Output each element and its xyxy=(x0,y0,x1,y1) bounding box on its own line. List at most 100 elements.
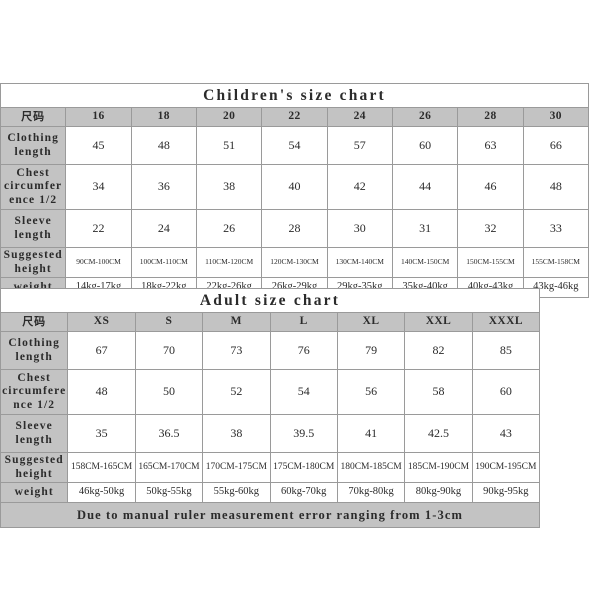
adult-chart-title: Adult size chart xyxy=(0,288,540,313)
table-cell: 70 xyxy=(134,331,204,370)
table-cell: 67 xyxy=(67,331,136,370)
table-row: Chest circumference 1/2 34 36 38 40 42 4… xyxy=(0,164,590,210)
table-cell: 57 xyxy=(326,126,393,165)
table-cell: 54 xyxy=(269,369,338,415)
children-row-label-clothing-length: Clothing length xyxy=(0,126,67,165)
table-cell: 100CM-110CM xyxy=(130,247,197,278)
table-cell: 31 xyxy=(391,209,459,248)
table-cell: 41 xyxy=(336,414,406,453)
table-cell: 175CM-180CM xyxy=(269,452,338,483)
table-cell: 158CM-165CM xyxy=(67,452,136,483)
table-cell: 56 xyxy=(336,369,406,415)
table-cell: 73 xyxy=(202,331,271,370)
measurement-error-note: Due to manual ruler measurement error ra… xyxy=(0,502,540,528)
adult-row-label-sleeve-length: Sleeve length xyxy=(0,414,69,453)
table-cell: 60kg-70kg xyxy=(269,482,338,503)
adult-header-row: 尺码 XS S M L XL XXL XXXL xyxy=(0,312,541,332)
table-cell: 190CM-195CM xyxy=(471,452,541,483)
table-row: Suggested height 90CM-100CM 100CM-110CM … xyxy=(0,247,590,278)
table-cell: 130CM-140CM xyxy=(326,247,393,278)
table-cell: 185CM-190CM xyxy=(404,452,473,483)
table-row: Suggested height 158CM-165CM 165CM-170CM… xyxy=(0,452,541,483)
table-cell: 48 xyxy=(522,164,590,210)
children-row-label-sleeve-length: Sleeve length xyxy=(0,209,67,248)
table-cell: 60 xyxy=(391,126,459,165)
table-cell: 110CM-120CM xyxy=(195,247,263,278)
table-cell: 79 xyxy=(336,331,406,370)
table-cell: 70kg-80kg xyxy=(336,482,406,503)
adult-size-header-xxxl: XXXL xyxy=(471,312,541,332)
table-cell: 38 xyxy=(195,164,263,210)
children-size-header-24: 24 xyxy=(326,107,393,127)
table-row: Clothing length 45 48 51 54 57 60 63 66 xyxy=(0,126,590,165)
children-size-label: 尺码 xyxy=(0,107,67,127)
adult-size-header-xs: XS xyxy=(67,312,136,332)
table-cell: 45 xyxy=(65,126,132,165)
table-cell: 180CM-185CM xyxy=(336,452,406,483)
table-row: Clothing length 67 70 73 76 79 82 85 xyxy=(0,331,541,370)
table-cell: 24 xyxy=(130,209,197,248)
table-cell: 48 xyxy=(130,126,197,165)
adult-size-header-xl: XL xyxy=(336,312,406,332)
adult-size-header-l: L xyxy=(269,312,338,332)
table-row: weight 46kg-50kg 50kg-55kg 55kg-60kg 60k… xyxy=(0,482,541,503)
table-cell: 54 xyxy=(261,126,328,165)
children-title-row: Children's size chart xyxy=(0,83,589,108)
table-cell: 76 xyxy=(269,331,338,370)
table-cell: 34 xyxy=(65,164,132,210)
children-size-header-28: 28 xyxy=(457,107,524,127)
table-cell: 155CM-158CM xyxy=(522,247,590,278)
children-row-label-suggested-height: Suggested height xyxy=(0,247,67,278)
children-size-header-22: 22 xyxy=(261,107,328,127)
table-cell: 60 xyxy=(471,369,541,415)
table-cell: 63 xyxy=(457,126,524,165)
table-cell: 140CM-150CM xyxy=(391,247,459,278)
children-size-header-26: 26 xyxy=(391,107,459,127)
adult-row-label-suggested-height: Suggested height xyxy=(0,452,69,483)
adult-title-row: Adult size chart xyxy=(0,288,540,313)
table-cell: 42 xyxy=(326,164,393,210)
table-cell: 33 xyxy=(522,209,590,248)
table-cell: 58 xyxy=(404,369,473,415)
table-cell: 46 xyxy=(457,164,524,210)
table-cell: 66 xyxy=(522,126,590,165)
table-cell: 32 xyxy=(457,209,524,248)
children-size-header-16: 16 xyxy=(65,107,132,127)
table-cell: 44 xyxy=(391,164,459,210)
table-cell: 50 xyxy=(134,369,204,415)
table-cell: 36.5 xyxy=(134,414,204,453)
children-size-chart: Children's size chart 尺码 16 18 20 22 24 … xyxy=(0,83,590,298)
table-cell: 52 xyxy=(202,369,271,415)
table-cell: 28 xyxy=(261,209,328,248)
adult-row-label-weight: weight xyxy=(0,482,69,503)
table-cell: 80kg-90kg xyxy=(404,482,473,503)
table-cell: 48 xyxy=(67,369,136,415)
table-cell: 170CM-175CM xyxy=(202,452,271,483)
children-size-header-18: 18 xyxy=(130,107,197,127)
table-cell: 90CM-100CM xyxy=(65,247,132,278)
table-cell: 22 xyxy=(65,209,132,248)
table-cell: 120CM-130CM xyxy=(261,247,328,278)
adult-row-label-clothing-length: Clothing length xyxy=(0,331,69,370)
adult-footer-row: Due to manual ruler measurement error ra… xyxy=(0,502,540,528)
table-cell: 165CM-170CM xyxy=(134,452,204,483)
children-chart-title: Children's size chart xyxy=(0,83,589,108)
table-row: Sleeve length 22 24 26 28 30 31 32 33 xyxy=(0,209,590,248)
table-row: Chest circumference 1/2 48 50 52 54 56 5… xyxy=(0,369,541,415)
children-size-header-20: 20 xyxy=(195,107,263,127)
table-cell: 46kg-50kg xyxy=(67,482,136,503)
adult-size-label: 尺码 xyxy=(0,312,69,332)
table-cell: 39.5 xyxy=(269,414,338,453)
table-cell: 36 xyxy=(130,164,197,210)
table-cell: 50kg-55kg xyxy=(134,482,204,503)
table-cell: 26 xyxy=(195,209,263,248)
children-size-header-30: 30 xyxy=(522,107,590,127)
table-cell: 43 xyxy=(471,414,541,453)
table-cell: 90kg-95kg xyxy=(471,482,541,503)
table-row: Sleeve length 35 36.5 38 39.5 41 42.5 43 xyxy=(0,414,541,453)
table-cell: 82 xyxy=(404,331,473,370)
table-cell: 42.5 xyxy=(404,414,473,453)
children-header-row: 尺码 16 18 20 22 24 26 28 30 xyxy=(0,107,590,127)
adult-size-header-xxl: XXL xyxy=(404,312,473,332)
table-cell: 30 xyxy=(326,209,393,248)
